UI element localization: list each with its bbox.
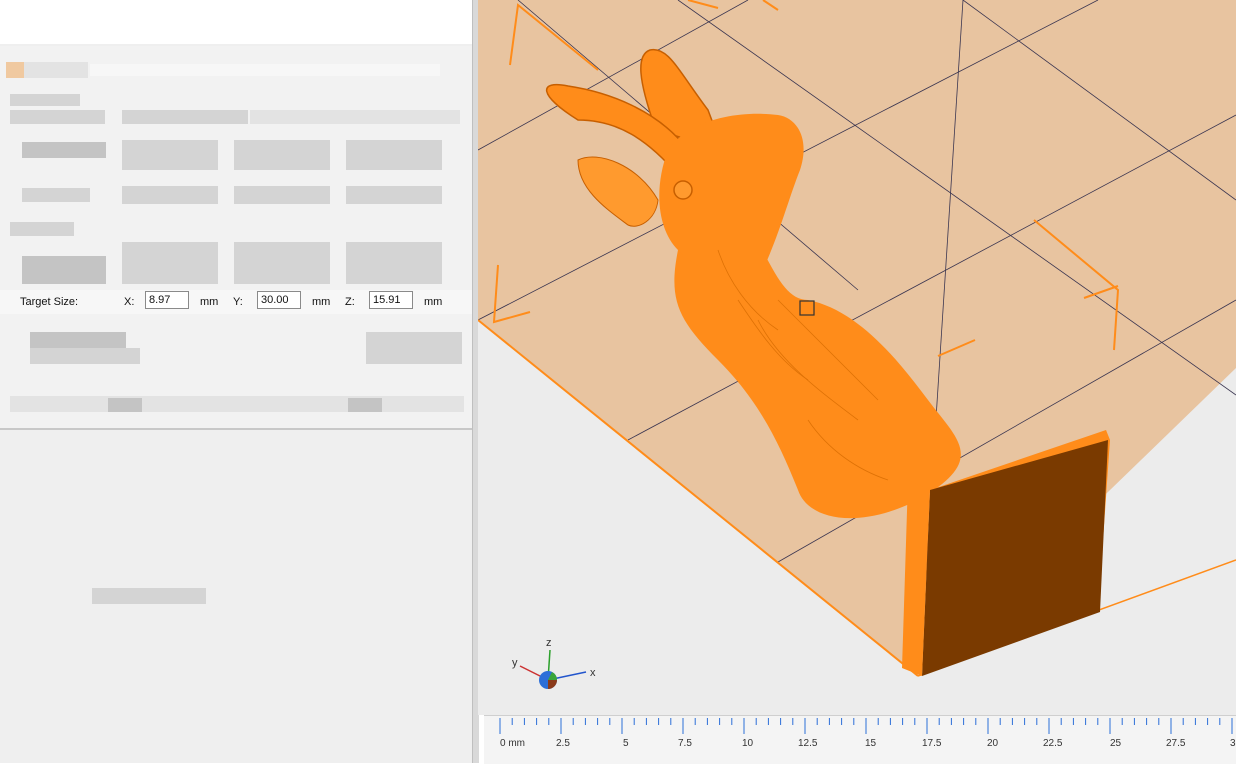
blurred-text <box>22 188 90 202</box>
blurred-field <box>346 242 442 284</box>
3d-viewport[interactable]: z y x <box>478 0 1236 715</box>
blurred-text <box>92 588 206 604</box>
axis-z-label: z <box>546 637 552 649</box>
lower-panel <box>0 432 472 763</box>
blurred-text <box>10 222 74 236</box>
blurred-text <box>30 348 140 364</box>
ruler-label: 10 <box>742 738 754 749</box>
target-size-row: Target Size: X: mm Y: mm Z: mm <box>0 290 472 314</box>
ruler-label: 12.5 <box>798 738 818 749</box>
blurred-text <box>10 94 80 106</box>
blurred-button <box>348 398 382 412</box>
blurred-bar <box>10 396 464 412</box>
ruler-label: 3 <box>1230 738 1236 749</box>
y-label: Y: <box>233 296 243 308</box>
blurred-field <box>346 140 442 170</box>
scene-canvas: z y x <box>478 0 1236 689</box>
blurred-field <box>122 186 218 204</box>
ruler-label: 27.5 <box>1166 738 1186 749</box>
blurred-text <box>250 110 460 124</box>
ruler: 0 mm 2.5 5 7.5 10 12.5 15 17.5 20 22.5 2… <box>484 715 1236 764</box>
axis-x-label: x <box>590 667 596 679</box>
blurred-field <box>234 242 330 284</box>
blurred-field <box>234 140 330 170</box>
blurred-title <box>24 62 88 78</box>
ruler-label: 20 <box>987 738 999 749</box>
blurred-field <box>122 140 218 170</box>
blurred-button <box>366 332 462 364</box>
blurred-text <box>122 110 248 124</box>
axis-y-label: y <box>512 657 518 669</box>
left-panel: Target Size: X: mm Y: mm Z: mm <box>0 0 479 763</box>
ruler-label: 25 <box>1110 738 1122 749</box>
ruler-label: 2.5 <box>556 738 570 749</box>
scale-dialog <box>0 46 472 430</box>
ruler-label: 15 <box>865 738 877 749</box>
ruler-label: 7.5 <box>678 738 692 749</box>
blurred-text <box>30 332 126 348</box>
target-size-z-input[interactable] <box>369 291 413 309</box>
axis-gizmo-icon: z y x <box>512 637 596 689</box>
ruler-label: 0 mm <box>500 738 525 749</box>
z-label: Z: <box>345 296 355 308</box>
ruler-ticks <box>499 718 1233 734</box>
target-size-label: Target Size: <box>20 296 79 308</box>
z-unit: mm <box>424 296 443 308</box>
ruler-label: 22.5 <box>1043 738 1063 749</box>
ruler-label: 5 <box>623 738 629 749</box>
target-size-y-input[interactable] <box>257 291 301 309</box>
target-size-x-input[interactable] <box>145 291 189 309</box>
x-label: X: <box>124 296 135 308</box>
blurred-text <box>22 142 106 158</box>
ruler-label: 17.5 <box>922 738 942 749</box>
blurred-button <box>108 398 142 412</box>
blurred-text <box>10 110 105 124</box>
blurred-field <box>346 186 442 204</box>
y-unit: mm <box>312 296 331 308</box>
blurred-bar <box>90 64 440 76</box>
blurred-field <box>234 186 330 204</box>
x-unit: mm <box>200 296 219 308</box>
blurred-text <box>22 256 106 284</box>
panel-header-area <box>0 0 472 44</box>
blurred-field <box>122 242 218 284</box>
dialog-icon <box>6 62 24 78</box>
